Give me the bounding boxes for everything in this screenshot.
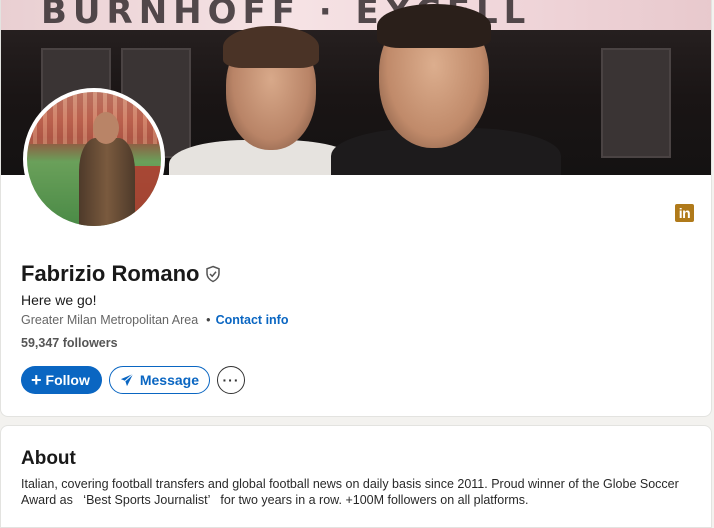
- verified-icon[interactable]: [204, 265, 222, 283]
- avatar-figure-head: [93, 112, 119, 144]
- more-actions-button[interactable]: ···: [217, 366, 245, 394]
- profile-name: Fabrizio Romano: [21, 261, 200, 286]
- profile-card: BURNHOFF · EXCELL in Fabrizio Romano Her…: [0, 0, 712, 417]
- profile-headline: Here we go!: [21, 292, 97, 308]
- message-button-label: Message: [139, 372, 199, 388]
- profile-avatar[interactable]: [23, 88, 165, 230]
- ellipsis-icon: ···: [222, 372, 240, 388]
- name-row: Fabrizio Romano: [21, 261, 222, 287]
- avatar-figure-body: [79, 138, 135, 226]
- banner-sign: BURNHOFF · EXCELL: [1, 0, 711, 32]
- about-section: About Italian, covering football transfe…: [0, 425, 712, 528]
- separator-dot: •: [206, 313, 211, 327]
- follow-button[interactable]: + Follow: [21, 366, 102, 394]
- profile-actions: + Follow Message ···: [21, 366, 245, 394]
- profile-location: Greater Milan Metropolitan Area: [21, 313, 199, 327]
- location-row: Greater Milan Metropolitan Area • Contac…: [21, 313, 288, 327]
- banner-person-left-hair: [223, 26, 319, 68]
- followers-count: 59,347 followers: [21, 336, 118, 350]
- banner-wall-panel: [601, 48, 671, 158]
- plus-icon: +: [31, 370, 42, 390]
- paper-plane-icon: [120, 373, 134, 387]
- follow-button-label: Follow: [45, 372, 90, 388]
- contact-info-link[interactable]: Contact info: [216, 313, 289, 327]
- about-title: About: [21, 448, 76, 469]
- banner-person-right-hair: [377, 4, 491, 48]
- message-button[interactable]: Message: [108, 366, 210, 394]
- about-text: Italian, covering football transfers and…: [21, 477, 682, 507]
- linkedin-icon[interactable]: in: [675, 204, 694, 222]
